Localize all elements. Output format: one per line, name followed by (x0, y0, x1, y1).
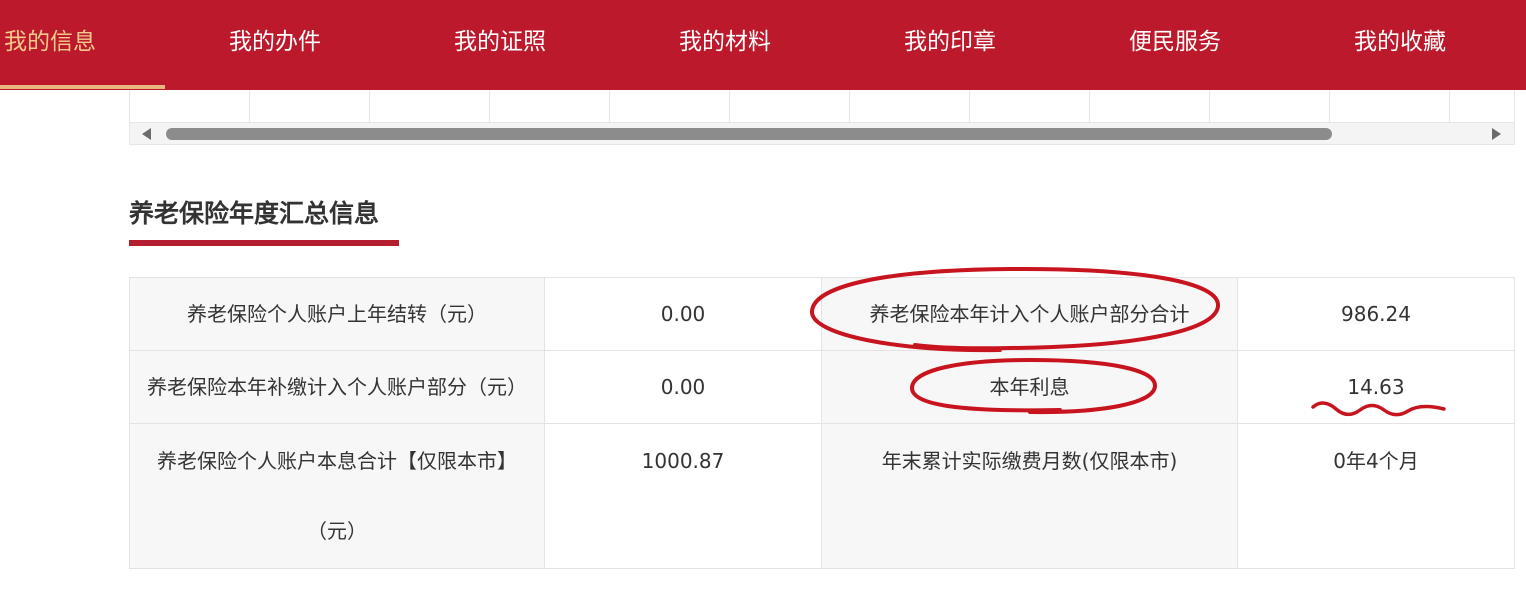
scroll-right-arrow-icon[interactable] (1492, 128, 1501, 140)
nav-item-public-services[interactable]: 便民服务 (1129, 0, 1221, 87)
cell-text-line2: （元） (307, 519, 367, 543)
table-cell-label: 本年利息 (822, 351, 1238, 424)
table-cell-value: 0年4个月 (1238, 424, 1514, 568)
cell-text: 年末累计实际缴费月数(仅限本市) (881, 449, 1178, 473)
scroll-left-arrow-icon[interactable] (142, 128, 151, 140)
nav-item-my-materials[interactable]: 我的材料 (679, 0, 771, 87)
cell-text: 养老保险本年计入个人账户部分合计 (869, 302, 1190, 326)
scrollbar-thumb[interactable] (166, 128, 1332, 140)
cell-text: 养老保险个人账户上年结转（元） (187, 302, 487, 326)
top-nav: 我的信息 我的办件 我的证照 我的材料 我的印章 便民服务 我的收藏 (0, 0, 1526, 90)
cell-text: 0.00 (660, 302, 706, 326)
nav-item-my-info[interactable]: 我的信息 (4, 0, 96, 87)
cell-text: 0年4个月 (1333, 449, 1419, 473)
table-cell-value: 0.00 (545, 351, 822, 424)
horizontal-scrollbar[interactable] (130, 123, 1514, 144)
cell-text: 养老保险本年补缴计入个人账户部分（元） (147, 375, 527, 399)
section-title-underline (129, 240, 399, 246)
cell-text: 0.00 (660, 375, 706, 399)
cell-text: 1000.87 (641, 449, 725, 473)
table-cell-value: 0.00 (545, 278, 822, 351)
table-cell-label: 年末累计实际缴费月数(仅限本市) (822, 424, 1238, 568)
cell-text: 14.63 (1347, 375, 1405, 399)
nav-item-my-certificates[interactable]: 我的证照 (454, 0, 546, 87)
cell-text-line1: 养老保险个人账户本息合计【仅限本市】 (157, 449, 517, 473)
cell-text: 986.24 (1341, 302, 1411, 326)
cell-text: 本年利息 (989, 375, 1070, 399)
table-cell-value: 14.63 (1238, 351, 1514, 424)
nav-item-my-favorites[interactable]: 我的收藏 (1354, 0, 1446, 87)
nav-item-my-cases[interactable]: 我的办件 (229, 0, 321, 87)
table-cell-label: 养老保险本年补缴计入个人账户部分（元） (130, 351, 545, 424)
table-cell-label: 养老保险个人账户上年结转（元） (130, 278, 545, 351)
section-title: 养老保险年度汇总信息 (129, 199, 380, 228)
nav-item-my-seals[interactable]: 我的印章 (904, 0, 996, 87)
pension-summary-table: 养老保险个人账户上年结转（元） 0.00 养老保险本年计入个人账户部分合计 98… (129, 277, 1515, 569)
table-cell-value: 986.24 (1238, 278, 1514, 351)
table-cell-label: 养老保险个人账户本息合计【仅限本市】 （元） (130, 424, 545, 568)
table-cell-value: 1000.87 (545, 424, 822, 568)
nav-active-indicator (0, 85, 165, 89)
table-cell-label: 养老保险本年计入个人账户部分合计 (822, 278, 1238, 351)
